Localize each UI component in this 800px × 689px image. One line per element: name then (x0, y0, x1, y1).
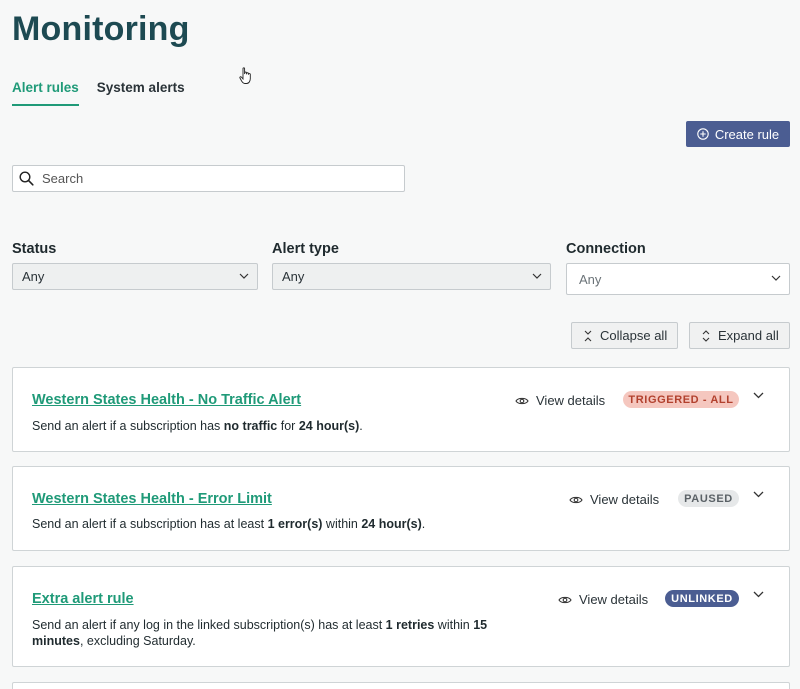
plus-circle-icon (697, 128, 709, 140)
expand-all-label: Expand all (718, 328, 779, 343)
status-badge: PAUSED (678, 490, 739, 507)
expand-all-button[interactable]: Expand all (689, 322, 790, 349)
search-box (12, 165, 405, 192)
tab-alert-rules[interactable]: Alert rules (12, 80, 79, 106)
search-input[interactable] (42, 171, 404, 186)
connection-select[interactable]: Any (566, 263, 790, 295)
alert-type-filter-label: Alert type (272, 241, 339, 257)
chevron-down-icon (239, 273, 249, 279)
rule-description: Send an alert if a subscription has at l… (32, 517, 426, 531)
collapse-all-button[interactable]: Collapse all (571, 322, 678, 349)
alert-rule-card: Western States Health - Error Limit Send… (12, 466, 790, 551)
collapse-all-label: Collapse all (600, 328, 668, 343)
alert-rule-card: Western States Health - No Traffic Alert… (12, 367, 790, 452)
alert-rule-card: Extra alert rule Send an alert if any lo… (12, 566, 790, 667)
alert-type-select-value: Any (282, 269, 305, 284)
hand-cursor-icon (239, 67, 251, 84)
connection-filter-label: Connection (566, 241, 646, 257)
status-badge: TRIGGERED - ALL (623, 391, 739, 408)
chevron-down-icon (532, 273, 542, 279)
tab-system-alerts[interactable]: System alerts (97, 80, 185, 106)
alert-type-select[interactable]: Any (272, 263, 551, 290)
status-select[interactable]: Any (12, 263, 258, 290)
status-badge: UNLINKED (665, 590, 739, 607)
page-title: Monitoring (12, 10, 190, 48)
status-filter-label: Status (12, 241, 57, 257)
eye-icon (569, 496, 583, 503)
rule-title-link[interactable]: Extra alert rule (32, 591, 134, 607)
chevron-down-icon[interactable] (753, 491, 764, 498)
rule-title-link[interactable]: Western States Health - Error Limit (32, 491, 272, 507)
connection-select-value: Any (579, 271, 602, 287)
eye-icon (558, 596, 572, 603)
create-rule-label: Create rule (714, 126, 780, 142)
collapse-icon (584, 330, 592, 341)
tab-bar: Alert rules System alerts (12, 80, 185, 106)
search-icon (19, 171, 34, 186)
create-rule-button[interactable]: Create rule (686, 121, 790, 147)
chevron-down-icon (771, 275, 781, 281)
rule-description: Send an alert if a subscription has no t… (32, 419, 363, 433)
view-details-button[interactable]: View details (515, 393, 605, 408)
view-details-button[interactable]: View details (558, 592, 648, 607)
chevron-down-icon[interactable] (753, 591, 764, 598)
alert-rule-card (12, 682, 790, 689)
rule-title-link[interactable]: Western States Health - No Traffic Alert (32, 392, 301, 408)
chevron-down-icon[interactable] (753, 392, 764, 399)
expand-icon (702, 329, 710, 342)
rule-description: Send an alert if any log in the linked s… (32, 618, 488, 648)
eye-icon (515, 397, 529, 404)
view-details-button[interactable]: View details (569, 492, 659, 507)
status-select-value: Any (22, 269, 45, 284)
